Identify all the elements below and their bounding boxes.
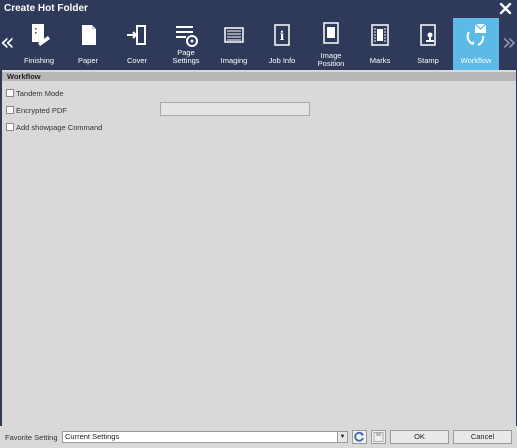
stamp-icon — [420, 24, 436, 46]
favorite-setting-select[interactable]: Current Settings ▼ — [62, 431, 348, 443]
tab-paper[interactable]: Paper — [65, 18, 111, 70]
cover-icon — [127, 25, 146, 45]
encrypted-pdf-label: Encrypted PDF — [16, 105, 67, 115]
cancel-button[interactable]: Cancel — [453, 430, 512, 444]
tab-cover[interactable]: Cover — [114, 18, 160, 70]
favorite-setting-label: Favorite Setting — [5, 433, 58, 442]
add-showpage-label: Add showpage Command — [16, 122, 103, 132]
favorite-setting-value: Current Settings — [65, 432, 120, 441]
tab-label: Job Info — [268, 56, 296, 65]
tab-page-settings[interactable]: Page Settings — [163, 18, 209, 70]
tab-label: Stamp — [417, 56, 439, 65]
svg-text:i: i — [280, 29, 285, 43]
tandem-mode-option[interactable]: Tandem Mode — [6, 88, 64, 98]
tab-marks[interactable]: Marks — [357, 18, 403, 70]
scroll-left-icon[interactable]: « — [0, 26, 15, 62]
paper-icon — [82, 25, 96, 45]
page-settings-icon — [176, 26, 198, 47]
window-title: Create Hot Folder — [4, 3, 88, 14]
section-header: Workflow — [2, 72, 516, 81]
imaging-icon — [224, 27, 244, 43]
footer-bar: Favorite Setting Current Settings ▼ OK C… — [0, 426, 517, 448]
encrypted-pdf-checkbox[interactable] — [6, 106, 14, 114]
add-showpage-option[interactable]: Add showpage Command — [6, 122, 102, 132]
tandem-mode-label: Tandem Mode — [16, 88, 64, 98]
workflow-icon — [466, 23, 487, 46]
title-bar: Create Hot Folder — [0, 0, 517, 18]
tab-label: Paper — [77, 56, 98, 65]
tab-workflow[interactable]: Workflow — [453, 18, 499, 70]
ok-button[interactable]: OK — [390, 430, 449, 444]
tab-image-position[interactable]: Image Position — [308, 18, 354, 70]
marks-icon — [371, 24, 389, 46]
workflow-panel: Workflow Tandem Mode Encrypted PDF Add s… — [2, 70, 516, 426]
tab-job-info[interactable]: i Job Info — [259, 18, 305, 70]
tab-label: Imaging — [220, 56, 248, 65]
tab-finishing[interactable]: Finishing — [16, 18, 62, 70]
add-showpage-checkbox[interactable] — [6, 123, 14, 131]
tab-label: Image Position — [317, 51, 345, 68]
tab-label: Page Settings — [172, 48, 200, 65]
tab-label: Workflow — [460, 56, 492, 65]
save-button[interactable] — [371, 430, 386, 444]
tab-label: Finishing — [23, 56, 54, 65]
job-info-icon: i — [274, 24, 290, 46]
tandem-mode-checkbox[interactable] — [6, 89, 14, 97]
tab-stamp[interactable]: Stamp — [405, 18, 451, 70]
chevron-down-icon[interactable]: ▼ — [337, 432, 347, 442]
refresh-icon — [354, 431, 364, 442]
tab-ribbon: « Finishing Paper Cover Page Settings Im… — [0, 18, 517, 70]
save-icon — [373, 432, 384, 442]
close-icon[interactable] — [499, 2, 512, 15]
finishing-icon — [32, 24, 50, 46]
tab-label: Marks — [369, 56, 391, 65]
image-position-icon — [323, 22, 339, 44]
refresh-button[interactable] — [352, 430, 367, 444]
tab-imaging[interactable]: Imaging — [211, 18, 257, 70]
encrypted-pdf-password-field[interactable] — [160, 102, 310, 116]
tab-label: Cover — [126, 56, 147, 65]
scroll-right-icon[interactable]: » — [502, 26, 517, 62]
encrypted-pdf-option[interactable]: Encrypted PDF — [6, 105, 67, 115]
